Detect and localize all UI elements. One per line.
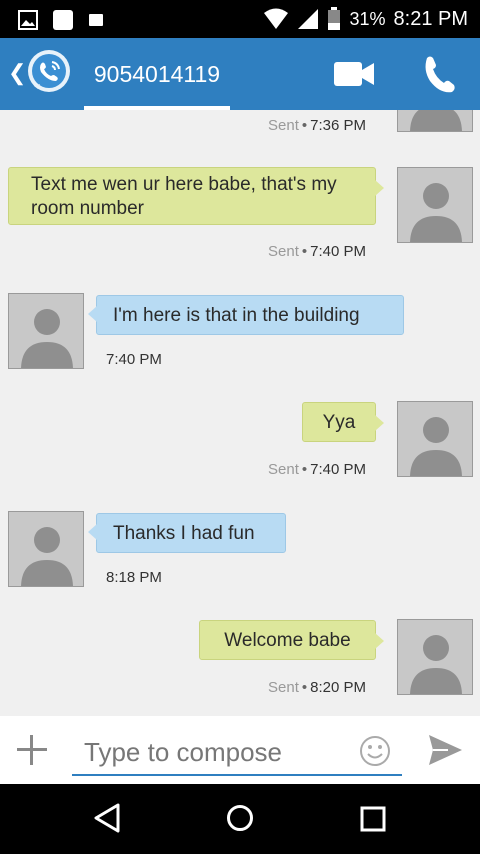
nav-back-icon[interactable] [92,802,122,834]
phone-call-icon[interactable] [420,54,456,94]
system-nav-bar [0,784,480,854]
message-timestamp: Sent • 7:40 PM [268,461,366,478]
message-timestamp: Sent • 8:20 PM [268,679,366,696]
wifi-icon [264,8,289,29]
add-attachment-icon[interactable] [14,732,50,768]
signal-icon [298,9,319,29]
emoji-icon[interactable] [358,734,392,768]
sent-message-bubble[interactable]: Welcome babe [199,620,384,660]
message-timestamp: Sent • 7:36 PM [268,117,366,134]
contact-number-tab[interactable]: 9054014119 [84,38,230,110]
status-bar: 31% 8:21 PM [0,0,480,38]
compose-bar [0,716,480,784]
message-timestamp: 8:18 PM [106,569,162,586]
conversation-header: ❮ 9054014119 [0,38,480,110]
contact-avatar[interactable] [8,293,84,369]
message-timestamp: 7:40 PM [106,351,162,368]
battery-icon [328,7,341,30]
contact-avatar[interactable] [8,511,84,587]
back-icon[interactable]: ❮ [8,60,26,86]
video-call-icon[interactable] [332,58,376,90]
compose-input[interactable] [72,730,402,776]
message-list[interactable]: Sent • 7:36 PM Text me wen ur here babe, t… [0,110,480,716]
send-icon[interactable] [426,732,464,768]
message-timestamp: Sent • 7:40 PM [268,243,366,260]
received-message-bubble[interactable]: Thanks I had fun [88,513,286,553]
my-avatar[interactable] [397,110,473,132]
received-message-bubble[interactable]: I'm here is that in the building [88,295,404,335]
app-notification-icon [53,10,73,30]
my-avatar[interactable] [397,619,473,695]
sent-message-bubble[interactable]: Text me wen ur here babe, that's my room… [8,167,384,225]
gallery-notification-icon [18,10,38,30]
nav-recent-apps-icon[interactable] [360,806,386,832]
nav-home-icon[interactable] [226,804,254,832]
app-logo-icon[interactable] [26,48,72,94]
message-notification-icon [89,14,103,26]
battery-percent: 31% [349,8,386,29]
my-avatar[interactable] [397,167,473,243]
my-avatar[interactable] [397,401,473,477]
sent-message-bubble[interactable]: Yya [302,402,384,442]
clock: 8:21 PM [393,7,468,30]
